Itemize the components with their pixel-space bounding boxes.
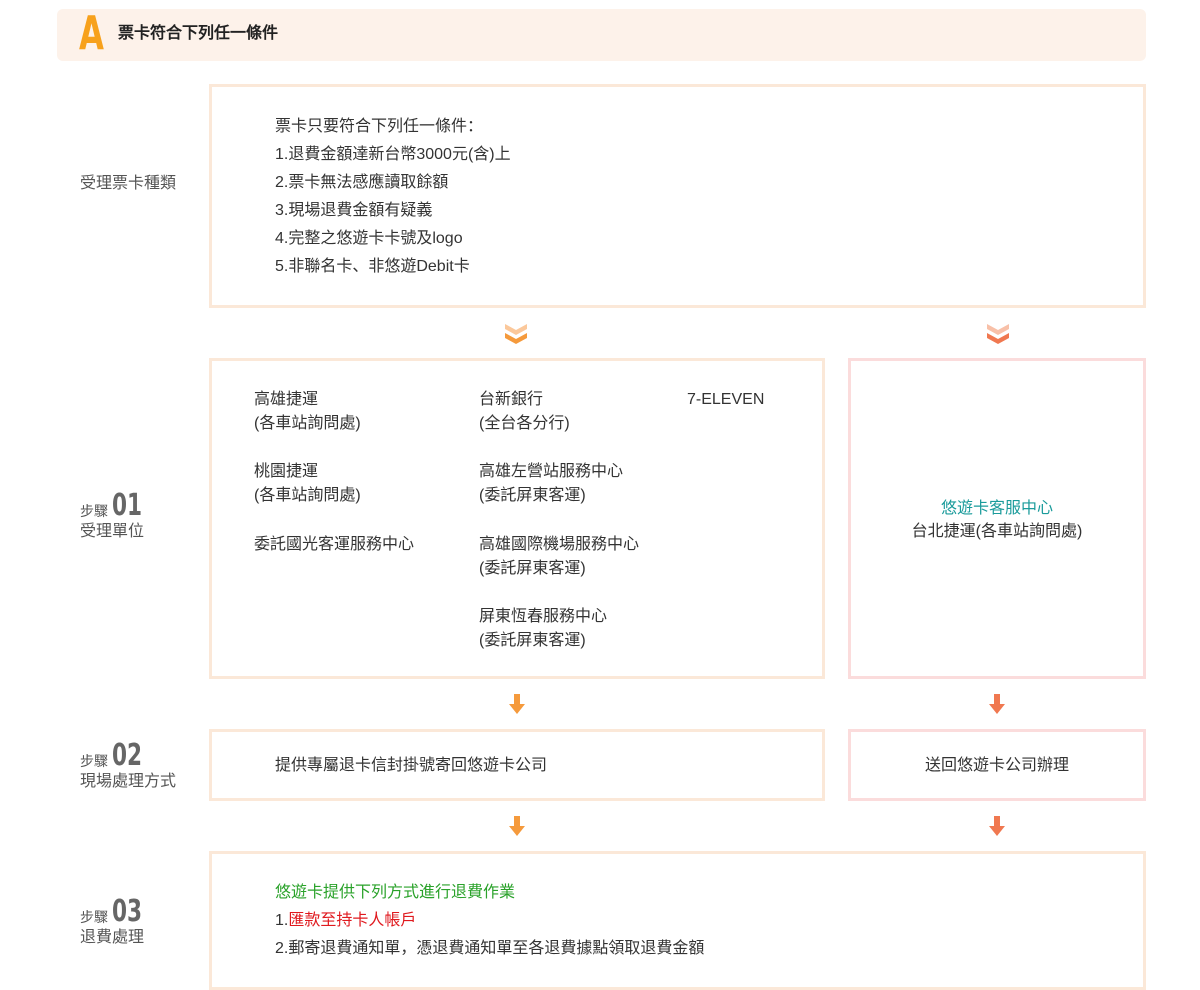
refund-item: 1.匯款至持卡人帳戶 — [275, 907, 704, 935]
step3-box: 悠遊卡提供下列方式進行退費作業 1.匯款至持卡人帳戶 2.郵寄退費通知單，憑退費… — [209, 851, 1146, 990]
refund-item: 2.郵寄退費通知單，憑退費通知單至各退費據點領取退費金額 — [275, 940, 705, 957]
eligibility-item: 5.非聯名卡、非悠遊Debit卡 — [275, 258, 470, 275]
eligibility-label: 受理票卡種類 — [80, 175, 177, 192]
eligibility-heading: 票卡只要符合下列任一條件： — [275, 118, 484, 135]
unit-name: 屏東恆春服務中心 — [479, 608, 608, 625]
step3-label-group: 步驟 03 退費處理 — [80, 897, 154, 949]
unit-name: 桃園捷運 — [254, 463, 319, 480]
unit-sub: (委託屏東客運) — [479, 560, 586, 577]
arrow-down-icon — [509, 694, 525, 714]
unit-name: 高雄捷運 — [254, 391, 319, 408]
step3-label: 退費處理 — [80, 929, 145, 946]
eligibility-box: 票卡只要符合下列任一條件： 1.退費金額達新台幣3000元(含)上 2.票卡無法… — [209, 84, 1146, 308]
unit-entry: 高雄國際機場服務中心 (委託屏東客運) — [479, 533, 639, 581]
step3-heading: 步驟 03 — [80, 897, 154, 927]
arrow-down-icon — [509, 816, 525, 836]
section-header: A 票卡符合下列任一條件 — [57, 9, 1146, 61]
step-word: 步驟 — [80, 753, 108, 769]
eligibility-item: 3.現場退費金額有疑義 — [275, 202, 433, 219]
eligibility-item: 1.退費金額達新台幣3000元(含)上 — [275, 146, 511, 163]
arrow-down-icon — [989, 694, 1005, 714]
unit-entry: 屏東恆春服務中心 (委託屏東客運) — [479, 605, 607, 653]
step1-label: 受理單位 — [80, 523, 145, 540]
step-number: 01 — [112, 488, 143, 523]
unit-name: 高雄國際機場服務中心 — [479, 536, 640, 553]
unit-sub: (各車站詢問處) — [254, 487, 361, 504]
unit-entry: 桃園捷運 (各車站詢問處) — [254, 460, 361, 508]
step2-label: 現場處理方式 — [80, 773, 177, 790]
unit-name: 高雄左營站服務中心 — [479, 463, 624, 480]
unit-entry: 高雄左營站服務中心 (委託屏東客運) — [479, 460, 623, 508]
unit-entry: 委託國光客運服務中心 — [254, 533, 414, 557]
step-number: 03 — [112, 894, 143, 929]
step2-right-box: 送回悠遊卡公司辦理 — [848, 729, 1146, 801]
eligibility-list: 票卡只要符合下列任一條件： 1.退費金額達新台幣3000元(含)上 2.票卡無法… — [275, 113, 511, 281]
unit-entry: 高雄捷運 (各車站詢問處) — [254, 388, 361, 436]
step1-units-box: 高雄捷運 (各車站詢問處) 桃園捷運 (各車站詢問處) 委託國光客運服務中心 台… — [209, 358, 825, 679]
unit-name: 委託國光客運服務中心 — [254, 536, 415, 553]
unit-7-eleven: 7-ELEVEN — [687, 391, 765, 408]
double-chevron-down-icon — [505, 324, 527, 344]
section-title: 票卡符合下列任一條件 — [118, 25, 279, 42]
arrow-down-icon — [989, 816, 1005, 836]
unit-sub: (委託屏東客運) — [479, 632, 586, 649]
step2-right-text: 送回悠遊卡公司辦理 — [924, 757, 1069, 774]
step-word: 步驟 — [80, 909, 108, 925]
refund-heading: 悠遊卡提供下列方式進行退費作業 — [275, 884, 516, 901]
step2-left-box: 提供專屬退卡信封掛號寄回悠遊卡公司 — [209, 729, 825, 801]
taipei-metro-unit: 台北捷運(各車站詢問處) — [911, 523, 1083, 540]
step2-left-text: 提供專屬退卡信封掛號寄回悠遊卡公司 — [275, 757, 548, 774]
easycard-service-center: 悠遊卡客服中心 — [940, 500, 1053, 517]
unit-sub: (各車站詢問處) — [254, 415, 361, 432]
eligibility-item: 4.完整之悠遊卡卡號及logo — [275, 230, 463, 247]
step1-easycard-box: 悠遊卡客服中心 台北捷運(各車站詢問處) — [848, 358, 1146, 679]
step1-label-group: 步驟 01 受理單位 — [80, 491, 154, 543]
section-letter: A — [79, 6, 104, 60]
double-chevron-down-icon — [987, 324, 1009, 344]
step1-heading: 步驟 01 — [80, 491, 154, 521]
step-number: 02 — [112, 738, 143, 773]
unit-sub: (全台各分行) — [479, 415, 570, 432]
step2-heading: 步驟 02 — [80, 741, 176, 771]
eligibility-item: 2.票卡無法感應讀取餘額 — [275, 174, 449, 191]
step2-label-group: 步驟 02 現場處理方式 — [80, 741, 176, 793]
refund-remittance: 匯款至持卡人帳戶 — [288, 912, 417, 929]
refund-methods: 悠遊卡提供下列方式進行退費作業 1.匯款至持卡人帳戶 2.郵寄退費通知單，憑退費… — [275, 879, 704, 963]
refund-item-number: 1. — [275, 912, 289, 929]
unit-sub: (委託屏東客運) — [479, 487, 586, 504]
unit-entry: 台新銀行 (全台各分行) — [479, 388, 570, 436]
unit-name: 台新銀行 — [479, 391, 544, 408]
step-word: 步驟 — [80, 503, 108, 519]
